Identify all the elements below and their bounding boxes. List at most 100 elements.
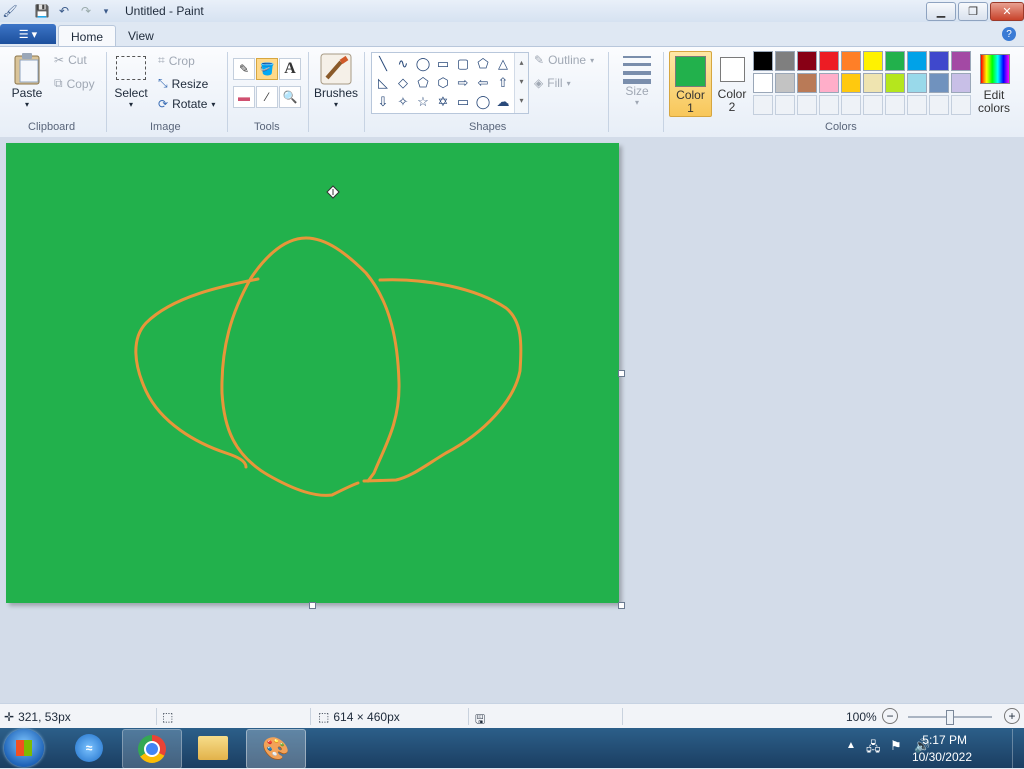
palette-swatch[interactable] [841,73,861,93]
pentagon-shape-icon[interactable]: ⬠ [414,74,432,92]
canvas-size-icon: ⬚ [318,710,330,724]
taskbar: ≈ 🎨 ▲ 🖧 ⚑ 🔊 [0,728,1024,769]
tab-home[interactable]: Home [58,25,117,47]
palette-swatch[interactable] [885,73,905,93]
palette-swatch[interactable] [885,51,905,71]
close-button[interactable]: ✕ [990,2,1024,21]
palette-swatch[interactable] [797,73,817,93]
five-point-star-shape-icon[interactable]: ☆ [414,93,432,111]
six-point-star-shape-icon[interactable]: ✡ [434,93,452,111]
resize-handle-corner[interactable] [618,602,625,609]
taskbar-ie-button[interactable]: ≈ [60,729,118,767]
custom-color-slot[interactable] [775,95,795,115]
right-arrow-shape-icon[interactable]: ⇨ [454,74,472,92]
taskbar-chrome-button[interactable] [122,729,182,769]
palette-swatch[interactable] [753,73,773,93]
undo-icon[interactable]: ↶ [56,3,72,19]
palette-swatch[interactable] [951,51,971,71]
cursor-position: ✛ 321, 53px [4,710,71,724]
oval-shape-icon[interactable]: ◯ [414,55,432,73]
triangle-shape-icon[interactable]: △ [494,55,512,73]
start-button[interactable] [4,729,44,767]
fill-bucket-tool-icon[interactable]: 🪣 [256,58,278,80]
text-tool-icon[interactable]: A [279,58,301,80]
rounded-rectangle-shape-icon[interactable]: ▢ [454,55,472,73]
action-center-icon[interactable]: ⚑ [890,738,902,754]
polygon-shape-icon[interactable]: ⬠ [474,55,492,73]
eraser-tool-icon[interactable]: ▬ [233,86,255,108]
palette-swatch[interactable] [863,51,883,71]
color-picker-tool-icon[interactable]: ⁄ [256,86,278,108]
color1-button[interactable]: Color 1 [669,51,712,117]
paste-button[interactable]: Paste ▾ [8,52,46,109]
taskbar-paint-button[interactable]: 🎨 [246,729,306,769]
rect-callout-shape-icon[interactable]: ▭ [454,93,472,111]
custom-color-slot[interactable] [797,95,817,115]
up-arrow-shape-icon[interactable]: ⇧ [494,74,512,92]
paint-app-icon[interactable]: 🖌 [2,3,18,19]
show-hidden-icons-icon[interactable]: ▲ [846,740,856,751]
custom-color-slot[interactable] [951,95,971,115]
clock-time[interactable]: 5:17 PM [922,733,967,747]
palette-swatch[interactable] [753,51,773,71]
magnifier-tool-icon[interactable]: 🔍 [279,86,301,108]
minimize-button[interactable]: ▁ [926,2,956,21]
custom-color-slot[interactable] [907,95,927,115]
taskbar-explorer-button[interactable] [184,729,242,767]
show-desktop-button[interactable] [1012,729,1024,768]
rotate-button[interactable]: ⟳ Rotate ▾ [158,97,215,111]
palette-swatch[interactable] [951,73,971,93]
palette-swatch[interactable] [863,73,883,93]
zoom-in-icon[interactable]: + [1004,708,1020,724]
palette-swatch[interactable] [929,73,949,93]
rectangle-shape-icon[interactable]: ▭ [434,55,452,73]
custom-color-slot[interactable] [819,95,839,115]
palette-swatch[interactable] [929,51,949,71]
palette-swatch[interactable] [819,51,839,71]
resize-label: Resize [171,76,209,91]
zoom-slider-thumb[interactable] [946,710,954,725]
resize-button[interactable]: ⤡ Resize [158,76,208,91]
help-icon[interactable]: ? [1002,27,1016,41]
diamond-shape-icon[interactable]: ◇ [394,74,412,92]
network-icon[interactable]: 🖧 [866,738,881,760]
custom-color-slot[interactable] [863,95,883,115]
palette-swatch[interactable] [797,51,817,71]
palette-swatch[interactable] [775,73,795,93]
custom-color-slot[interactable] [885,95,905,115]
custom-color-slot[interactable] [841,95,861,115]
drawing-canvas[interactable] [6,143,619,603]
color2-button[interactable]: Color 2 [713,51,751,115]
line-shape-icon[interactable]: ╲ [374,55,392,73]
clock-date[interactable]: 10/30/2022 [912,750,972,764]
right-triangle-shape-icon[interactable]: ◺ [374,74,392,92]
custom-color-slot[interactable] [929,95,949,115]
zoom-out-icon[interactable]: − [882,708,898,724]
resize-handle-bottom[interactable] [309,602,316,609]
restore-button[interactable]: ❐ [958,2,988,21]
hexagon-shape-icon[interactable]: ⬡ [434,74,452,92]
cloud-callout-shape-icon[interactable]: ☁ [494,93,512,111]
custom-color-slot[interactable] [753,95,773,115]
resize-icon: ⤡ [158,76,168,90]
four-point-star-shape-icon[interactable]: ✧ [394,93,412,111]
curve-shape-icon[interactable]: ∿ [394,55,412,73]
tab-view[interactable]: View [116,25,166,46]
palette-swatch[interactable] [907,73,927,93]
left-arrow-shape-icon[interactable]: ⇦ [474,74,492,92]
palette-swatch[interactable] [841,51,861,71]
resize-handle-right[interactable] [618,370,625,377]
brushes-button[interactable]: Brushes ▾ [313,52,359,109]
select-button[interactable]: Select ▾ [114,54,148,109]
paint-menu-button[interactable]: ☰ ▾ [0,24,56,44]
oval-callout-shape-icon[interactable]: ◯ [474,93,492,111]
palette-swatch[interactable] [775,51,795,71]
save-icon[interactable]: 💾 [34,3,50,19]
pencil-tool-icon[interactable]: ✎ [233,58,255,80]
edit-colors-button[interactable]: Edit colors [975,51,1013,117]
customize-quick-access-icon[interactable]: ▾ [98,3,114,19]
shapes-scroll[interactable]: ▴ ▾ ▾ [514,53,528,113]
palette-swatch[interactable] [819,73,839,93]
palette-swatch[interactable] [907,51,927,71]
down-arrow-shape-icon[interactable]: ⇩ [374,93,392,111]
